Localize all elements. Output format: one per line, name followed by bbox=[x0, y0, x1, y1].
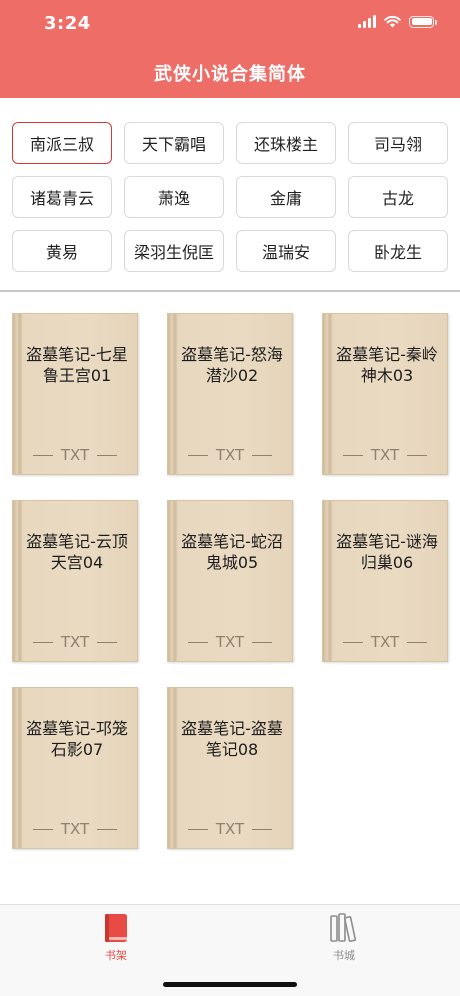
dash-decoration bbox=[252, 828, 273, 830]
category-button[interactable]: 司马翎 bbox=[348, 122, 448, 164]
category-button[interactable]: 温瑞安 bbox=[236, 230, 336, 272]
battery-level bbox=[411, 18, 432, 25]
category-grid: 南派三叔 天下霸唱 还珠楼主 司马翎诸葛青云 萧逸 金庸 古龙黄易 梁羽生倪匡 温瑞安 卧龙生 bbox=[12, 122, 448, 272]
book-card[interactable]: 盗墓笔记-蛇沼鬼城05 TXT bbox=[167, 500, 293, 662]
book-card[interactable]: 盗墓笔记-秦岭神木03 TXT bbox=[322, 313, 448, 475]
book-title: 盗墓笔记-秦岭神木03 bbox=[336, 345, 438, 385]
book-format-label: TXT bbox=[323, 446, 447, 464]
dash-decoration bbox=[187, 828, 208, 830]
book-format-label: TXT bbox=[13, 633, 137, 651]
status-icons bbox=[358, 15, 437, 28]
book-format-text: TXT bbox=[60, 820, 90, 838]
book-icon bbox=[105, 914, 127, 942]
book-title: 盗墓笔记-蛇沼鬼城05 bbox=[181, 532, 283, 572]
book-card[interactable]: 盗墓笔记-怒海潜沙02 TXT bbox=[167, 313, 293, 475]
dash-decoration bbox=[407, 454, 428, 456]
book-title: 盗墓笔记-谜海归巢06 bbox=[336, 532, 438, 572]
book-card[interactable]: 盗墓笔记-谜海归巢06 TXT bbox=[322, 500, 448, 662]
dash-decoration bbox=[97, 454, 118, 456]
book-card[interactable]: 盗墓笔记-云顶天宫04 TXT bbox=[12, 500, 138, 662]
category-button[interactable]: 黄易 bbox=[12, 230, 112, 272]
dash-decoration bbox=[342, 454, 363, 456]
tab-bookshelf-label: 书架 bbox=[105, 949, 127, 962]
category-button[interactable]: 还珠楼主 bbox=[236, 122, 336, 164]
book-title: 盗墓笔记-七星鲁王宫01 bbox=[26, 345, 128, 385]
book-format-text: TXT bbox=[215, 820, 245, 838]
book-card[interactable]: 盗墓笔记-盗墓笔记08 TXT bbox=[167, 687, 293, 849]
category-button[interactable]: 古龙 bbox=[348, 176, 448, 218]
book-format-text: TXT bbox=[215, 633, 245, 651]
page-title: 武侠小说合集简体 bbox=[154, 64, 306, 85]
dash-decoration bbox=[252, 641, 273, 643]
book-format-text: TXT bbox=[60, 633, 90, 651]
dash-decoration bbox=[187, 454, 208, 456]
book-format-label: TXT bbox=[168, 446, 292, 464]
dash-decoration bbox=[97, 828, 118, 830]
book-format-label: TXT bbox=[168, 633, 292, 651]
category-button[interactable]: 梁羽生倪匡 bbox=[124, 230, 224, 272]
book-card[interactable]: 盗墓笔记-邛笼石影07 TXT bbox=[12, 687, 138, 849]
cellular-signal-icon bbox=[358, 15, 376, 28]
category-button[interactable]: 萧逸 bbox=[124, 176, 224, 218]
library-icon bbox=[330, 913, 357, 942]
category-button[interactable]: 天下霸唱 bbox=[124, 122, 224, 164]
book-format-label: TXT bbox=[323, 633, 447, 651]
book-format-label: TXT bbox=[168, 820, 292, 838]
battery-icon bbox=[409, 15, 437, 28]
book-format-text: TXT bbox=[370, 446, 400, 464]
bookshelf-grid: 盗墓笔记-七星鲁王宫01 TXT 盗墓笔记-怒海潜沙02 TXT 盗墓笔记-秦岭神木03… bbox=[12, 313, 448, 849]
book-title: 盗墓笔记-盗墓笔记08 bbox=[181, 719, 283, 759]
dash-decoration bbox=[407, 641, 428, 643]
tab-store-label: 书城 bbox=[333, 949, 355, 962]
category-button[interactable]: 诸葛青云 bbox=[12, 176, 112, 218]
app-screen: 3:24 武侠小说合集简体 南派三叔 天下霸唱 还珠楼主 司马翎诸葛青云 萧逸 金庸 古龙黄… bbox=[0, 0, 460, 996]
book-title: 盗墓笔记-云顶天宫04 bbox=[26, 532, 128, 572]
wifi-icon bbox=[384, 15, 401, 28]
book-format-text: TXT bbox=[60, 446, 90, 464]
status-time: 3:24 bbox=[44, 13, 91, 34]
category-button[interactable]: 南派三叔 bbox=[12, 122, 112, 164]
home-indicator bbox=[163, 982, 297, 987]
book-title: 盗墓笔记-怒海潜沙02 bbox=[181, 345, 283, 385]
tab-store[interactable]: 书城 bbox=[314, 911, 374, 963]
dash-decoration bbox=[32, 828, 53, 830]
header-bar: 3:24 武侠小说合集简体 bbox=[0, 0, 460, 98]
book-format-label: TXT bbox=[13, 446, 137, 464]
dash-decoration bbox=[252, 454, 273, 456]
dash-decoration bbox=[32, 454, 53, 456]
section-divider bbox=[0, 290, 460, 292]
book-format-text: TXT bbox=[215, 446, 245, 464]
dash-decoration bbox=[32, 641, 53, 643]
dash-decoration bbox=[97, 641, 118, 643]
dash-decoration bbox=[342, 641, 363, 643]
book-format-label: TXT bbox=[13, 820, 137, 838]
category-button[interactable]: 金庸 bbox=[236, 176, 336, 218]
category-button[interactable]: 卧龙生 bbox=[348, 230, 448, 272]
book-title: 盗墓笔记-邛笼石影07 bbox=[26, 719, 128, 759]
dash-decoration bbox=[187, 641, 208, 643]
book-card[interactable]: 盗墓笔记-七星鲁王宫01 TXT bbox=[12, 313, 138, 475]
tab-bookshelf[interactable]: 书架 bbox=[86, 911, 146, 963]
book-format-text: TXT bbox=[370, 633, 400, 651]
